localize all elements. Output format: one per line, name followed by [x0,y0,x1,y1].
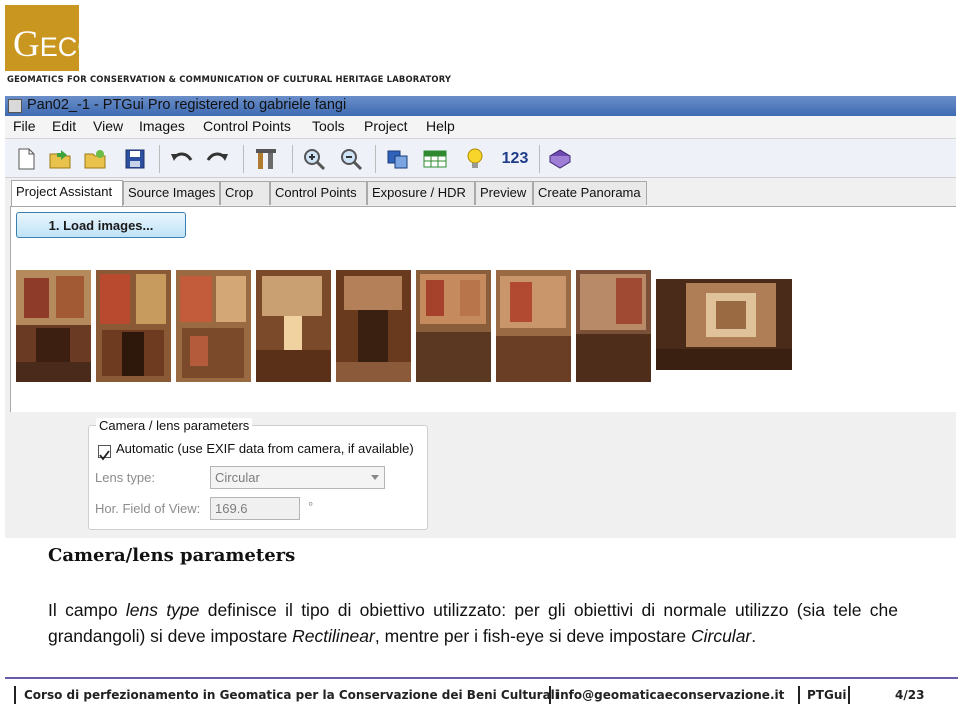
menu-edit[interactable]: Edit [52,118,76,134]
toolbar-separator [243,145,244,173]
footer-email[interactable]: info@geomaticaeconservazione.it [556,688,784,702]
thumbnail-image[interactable] [16,270,91,382]
lens-type-label: Lens type: [95,470,155,485]
toolbar-separator [292,145,293,173]
save-icon[interactable] [123,147,147,171]
para-text: , mentre per i fish-eye si deve impostar… [374,626,691,646]
thumbnail-image[interactable] [416,270,491,382]
numbers-icon[interactable]: 123 [497,147,533,171]
para-rectilinear: Rectilinear [292,626,375,646]
para-circular: Circular [690,626,752,646]
hfov-label: Hor. Field of View: [95,501,201,516]
chevron-down-icon [371,475,379,480]
menu-bar: File Edit View Images Control Points Too… [5,116,956,139]
window-titlebar: Pan02_-1 - PTGui Pro registered to gabri… [5,96,956,116]
para-lens-type: lens type [125,600,200,620]
menu-view[interactable]: View [93,118,123,134]
tab-crop[interactable]: Crop [220,181,270,205]
redo-icon[interactable] [205,147,229,171]
thumbnail-image[interactable] [256,270,331,382]
camera-lens-legend: Camera / lens parameters [96,418,253,433]
lens-type-value: Circular [215,470,260,485]
help-book-icon[interactable] [548,147,572,171]
tab-source-images[interactable]: Source Images [123,181,220,205]
hfov-unit: ° [308,499,314,514]
thumbnail-image[interactable] [576,270,651,382]
footer-bar [798,686,800,704]
tips-icon[interactable] [463,147,487,171]
page-number: 4/23 [895,688,925,702]
automatic-exif-label: Automatic (use EXIF data from camera, if… [116,441,414,456]
thumbnail-image[interactable] [496,270,571,382]
load-images-button[interactable]: 1. Load images... [16,212,186,238]
menu-control-points[interactable]: Control Points [203,118,291,134]
thumbnail-image[interactable] [656,279,792,370]
open-icon[interactable] [49,147,73,171]
panorama-editor-icon[interactable] [386,147,410,171]
footer-bar [848,686,850,704]
open-recent-icon[interactable] [84,147,108,171]
zoom-in-icon[interactable] [302,147,326,171]
menu-project[interactable]: Project [364,118,408,134]
menu-help[interactable]: Help [426,118,455,134]
thumbnail-image[interactable] [176,270,251,382]
app-icon [8,99,22,113]
para-text: Il campo [48,600,126,620]
footer-topic: PTGui [807,688,847,702]
toolbar: 123 [5,139,956,178]
footer-bar [549,686,551,704]
table-icon[interactable] [423,147,447,171]
section-heading: Camera/lens parameters [48,545,296,566]
menu-images[interactable]: Images [139,118,185,134]
window-title: Pan02_-1 - PTGui Pro registered to gabri… [27,97,347,113]
tab-exposure-hdr[interactable]: Exposure / HDR [367,181,475,205]
automatic-exif-checkbox[interactable] [98,445,111,461]
description-paragraph: Il campo lens type definisce il tipo di … [48,597,898,649]
zoom-out-icon[interactable] [339,147,363,171]
menu-tools[interactable]: Tools [312,118,345,134]
new-icon[interactable] [14,147,38,171]
lab-title: GEOMATICS FOR CONSERVATION & COMMUNICATI… [7,74,452,84]
toolbar-separator [375,145,376,173]
lens-type-select[interactable]: Circular [210,466,385,489]
para-text: . [751,626,757,646]
tab-preview[interactable]: Preview [475,181,533,205]
menu-file[interactable]: File [13,118,36,134]
tab-strip: Project Assistant Source Images Crop Con… [5,180,956,206]
thumbnail-image[interactable] [336,270,411,382]
tools-icon[interactable] [254,147,278,171]
footer-divider [5,677,958,679]
tab-project-assistant[interactable]: Project Assistant [11,180,123,206]
hfov-input[interactable]: 169.6 [210,497,300,520]
logo-text: GECO [13,24,99,65]
thumbnail-image[interactable] [96,270,171,382]
toolbar-separator [159,145,160,173]
undo-icon[interactable] [170,147,194,171]
toolbar-separator [539,145,540,173]
tab-create-panorama[interactable]: Create Panorama [533,181,647,205]
footer-course: Corso di perfezionamento in Geomatica pe… [24,688,559,702]
geco-logo: GECO [5,5,98,71]
tab-control-points[interactable]: Control Points [270,181,367,205]
ptgui-window-screenshot: Pan02_-1 - PTGui Pro registered to gabri… [5,96,956,538]
footer-bar [14,686,16,704]
